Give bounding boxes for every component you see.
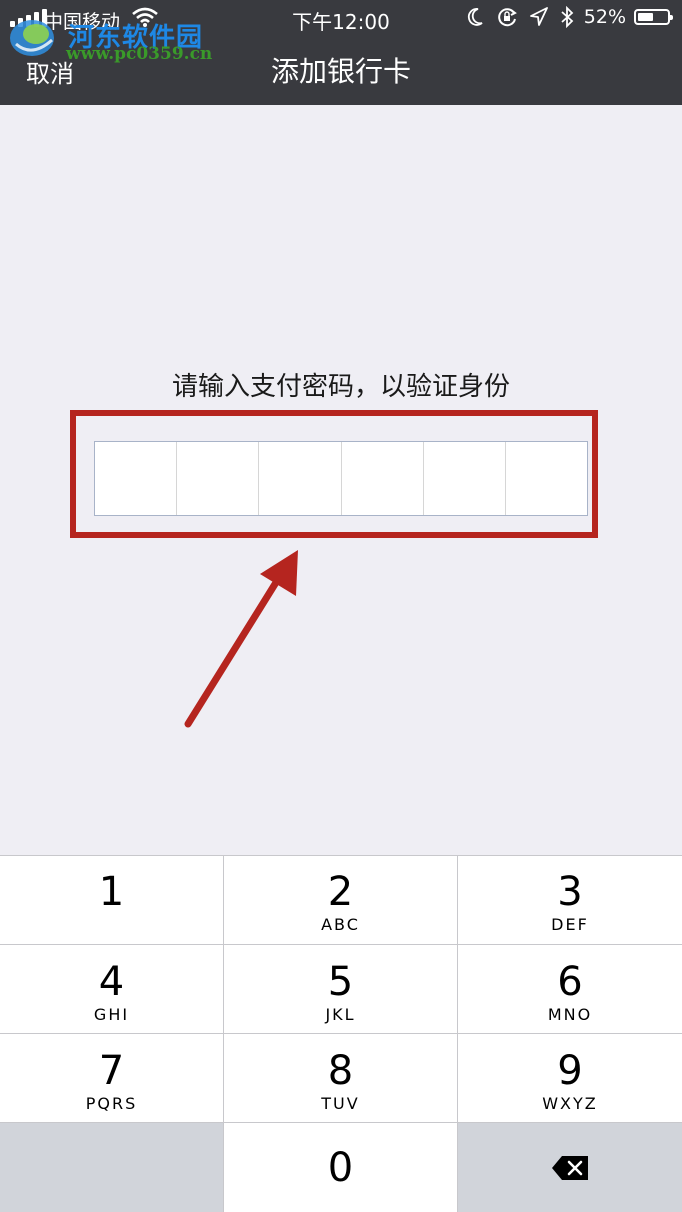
numeric-keypad: 1 2 ABC 3 DEF 4 GHI 5 JKL 6 MNO 7 PQRS 8 TUV 9W… (0, 855, 682, 1212)
top-bar: 中国移动 下午12:00 52% 河东软件园 www.pc0359.cn 取消 … (0, 0, 682, 105)
key-0[interactable]: 0 (224, 1123, 457, 1212)
key-5[interactable]: 5 JKL (224, 945, 457, 1033)
key-6[interactable]: 6 MNO (458, 945, 682, 1033)
password-prompt: 请输入支付密码，以验证身份 (171, 372, 510, 402)
pin-digit-box[interactable] (177, 442, 260, 515)
bluetooth-icon (561, 6, 574, 28)
page-title: 添加银行卡 (270, 55, 411, 88)
key-4[interactable]: 4 GHI (0, 945, 223, 1033)
empty-key (0, 1123, 223, 1212)
pin-digit-box[interactable] (424, 442, 506, 515)
key-3[interactable]: 3 DEF (458, 855, 682, 944)
pin-digit-box[interactable] (95, 442, 178, 515)
battery-icon (634, 9, 673, 25)
moon-icon (467, 8, 483, 26)
delete-key[interactable] (458, 1123, 682, 1212)
backspace-icon (552, 1156, 588, 1180)
key-7[interactable]: 7 PQRS (0, 1034, 223, 1122)
pin-digit-box[interactable] (259, 442, 342, 515)
key-8[interactable]: 8 TUV (224, 1034, 457, 1122)
battery-percent: 52% (583, 6, 626, 28)
location-icon (530, 7, 548, 26)
key-2[interactable]: 2 ABC (224, 855, 457, 944)
pin-digit-box[interactable] (506, 442, 587, 515)
rotation-lock-icon (498, 8, 517, 27)
key-9[interactable]: 9 WXYZ (458, 1034, 682, 1122)
pin-digit-box[interactable] (342, 442, 424, 515)
pin-input[interactable] (94, 441, 588, 516)
key-1[interactable]: 1 (0, 855, 223, 944)
status-icons (466, 6, 574, 28)
